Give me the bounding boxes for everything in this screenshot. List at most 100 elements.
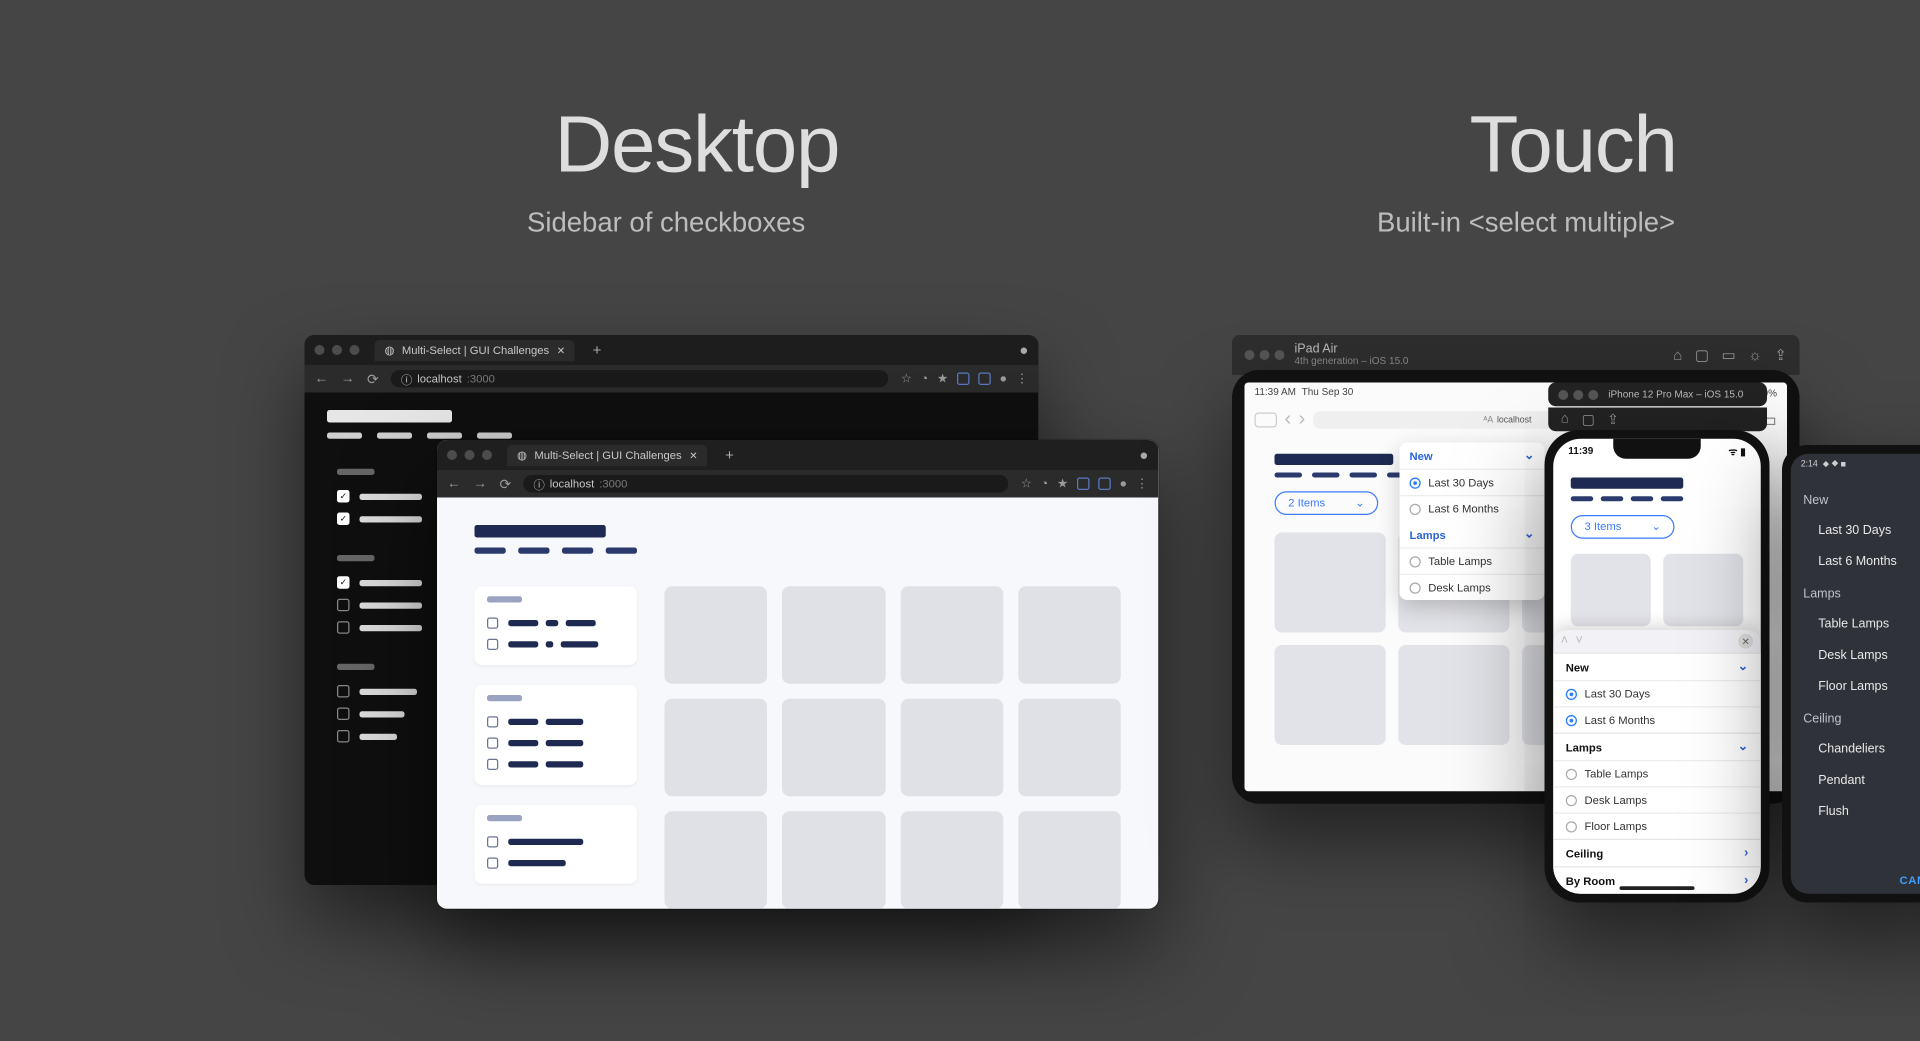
optgroup-header[interactable]: Ceiling› (1553, 839, 1761, 867)
share-icon[interactable]: ⇪ (1607, 411, 1619, 427)
window-dot[interactable] (482, 450, 492, 460)
window-dot[interactable] (1275, 350, 1285, 360)
ext-icon[interactable] (978, 372, 991, 385)
checkbox-icon[interactable]: ✓ (337, 576, 350, 589)
browser-tab[interactable]: ◍ Multi-Select | GUI Challenges ✕ (507, 444, 708, 465)
overflow-icon[interactable]: ● (1139, 446, 1148, 464)
option-row[interactable]: Flush (1803, 796, 1920, 827)
home-indicator[interactable] (1620, 886, 1695, 890)
window-dot[interactable] (465, 450, 475, 460)
option-row[interactable]: Last 30 Days (1553, 680, 1761, 706)
result-tile[interactable] (782, 811, 885, 909)
mic-icon[interactable]: ● (999, 372, 1007, 386)
option-row[interactable]: Last 30 Days✓ (1803, 515, 1920, 546)
address-field[interactable]: localhost:3000 (391, 370, 888, 388)
forward-icon[interactable]: → (473, 476, 487, 491)
sidebar-icon[interactable] (1255, 413, 1278, 428)
menu-icon[interactable]: ⋮ (1016, 372, 1029, 386)
option-row[interactable]: Desk Lamps (1400, 574, 1545, 600)
home-icon[interactable]: ⌂ (1673, 346, 1682, 364)
option-row[interactable]: Table Lamps (1803, 609, 1920, 640)
window-dot[interactable] (1573, 389, 1583, 399)
home-icon[interactable]: ⌂ (1561, 411, 1569, 427)
result-tile[interactable] (665, 586, 768, 684)
filter-row[interactable] (487, 613, 625, 634)
close-icon[interactable]: ✕ (557, 344, 565, 355)
filter-row[interactable] (487, 733, 625, 754)
window-dot[interactable] (1245, 350, 1255, 360)
select-sheet[interactable]: ˄˅ ✕ New⌄ Last 30 Days Last 6 Months Lam… (1553, 630, 1761, 894)
back-icon[interactable]: ← (315, 371, 329, 386)
checkbox-icon[interactable] (487, 836, 498, 847)
result-tile[interactable] (1275, 532, 1386, 632)
result-tile[interactable] (782, 586, 885, 684)
site-info-icon[interactable] (534, 476, 545, 492)
star-icon[interactable]: ☆ (1021, 477, 1032, 491)
filter-row[interactable] (487, 634, 625, 655)
address-field[interactable]: localhost:3000 (524, 475, 1009, 493)
option-row[interactable]: Desk Lamps (1803, 640, 1920, 671)
window-dot[interactable] (315, 345, 325, 355)
mic-icon[interactable]: ● (1119, 477, 1127, 491)
result-tile[interactable] (1018, 699, 1121, 797)
result-tile[interactable] (1275, 644, 1386, 744)
optgroup-header[interactable]: New⌄ (1553, 653, 1761, 681)
checkbox-icon[interactable] (487, 639, 498, 650)
result-tile[interactable] (900, 586, 1003, 684)
share-icon[interactable]: ⇪ (1774, 346, 1787, 364)
screenshot-icon[interactable]: ▢ (1695, 346, 1709, 364)
ext-icon[interactable] (1098, 477, 1111, 490)
result-tile[interactable] (1018, 586, 1121, 684)
option-row[interactable]: Last 30 Days (1400, 469, 1545, 495)
site-info-icon[interactable] (401, 371, 412, 387)
checkbox-icon[interactable] (337, 730, 350, 743)
select-dialog[interactable]: New Last 30 Days✓ Last 6 Months✓ Lamps T… (1791, 476, 1920, 835)
ext-icon[interactable]: ◔ (921, 372, 929, 386)
filter-row[interactable] (487, 853, 625, 874)
option-row[interactable]: Last 6 Months✓ (1803, 546, 1920, 577)
result-tile[interactable] (900, 699, 1003, 797)
back-icon[interactable]: ← (447, 476, 461, 491)
rotate-icon[interactable]: ▭ (1721, 346, 1735, 364)
result-tile[interactable] (782, 699, 885, 797)
screenshot-icon[interactable]: ▢ (1582, 411, 1595, 427)
ext-icon[interactable]: ★ (1057, 477, 1068, 491)
menu-icon[interactable]: ⋮ (1136, 477, 1149, 491)
browser-tab[interactable]: ◍ Multi-Select | GUI Challenges ✕ (375, 339, 576, 360)
checkbox-icon[interactable] (337, 599, 350, 612)
checkbox-icon[interactable] (487, 858, 498, 869)
new-tab-button[interactable]: + (725, 446, 734, 464)
option-row[interactable]: Floor Lamps (1803, 671, 1920, 702)
window-dot[interactable] (1588, 389, 1598, 399)
window-dot[interactable] (1260, 350, 1270, 360)
close-icon[interactable]: ✕ (1738, 634, 1753, 649)
option-row[interactable]: Table Lamps (1400, 548, 1545, 574)
multiselect-trigger[interactable]: 3 Items (1571, 514, 1675, 538)
optgroup-header[interactable]: New⌄ (1400, 443, 1545, 469)
option-row[interactable]: Pendant (1803, 765, 1920, 796)
filter-row[interactable] (487, 754, 625, 775)
appearance-icon[interactable]: ☼ (1748, 346, 1762, 364)
result-tile[interactable] (900, 811, 1003, 909)
filter-row[interactable] (487, 831, 625, 852)
option-row[interactable]: Chandeliers (1803, 734, 1920, 765)
checkbox-icon[interactable] (487, 759, 498, 770)
result-tile[interactable] (1663, 553, 1743, 626)
reload-icon[interactable]: ⟳ (500, 476, 512, 492)
next-field-icon[interactable]: ˅ (1576, 634, 1583, 649)
checkbox-icon[interactable] (337, 621, 350, 634)
forward-icon[interactable]: → (341, 371, 355, 386)
overflow-icon[interactable]: ● (1019, 341, 1028, 359)
window-dot[interactable] (1558, 389, 1568, 399)
close-icon[interactable]: ✕ (689, 449, 697, 460)
ext-icon[interactable]: ◔ (1041, 477, 1049, 491)
result-tile[interactable] (1018, 811, 1121, 909)
ext-icon[interactable] (957, 372, 970, 385)
option-row[interactable]: Floor Lamps (1553, 813, 1761, 839)
ext-icon[interactable] (1077, 477, 1090, 490)
window-dot[interactable] (447, 450, 457, 460)
optgroup-header[interactable]: Lamps⌄ (1553, 733, 1761, 761)
star-icon[interactable]: ☆ (901, 372, 912, 386)
checkbox-icon[interactable]: ✓ (337, 490, 350, 503)
checkbox-icon[interactable] (487, 618, 498, 629)
